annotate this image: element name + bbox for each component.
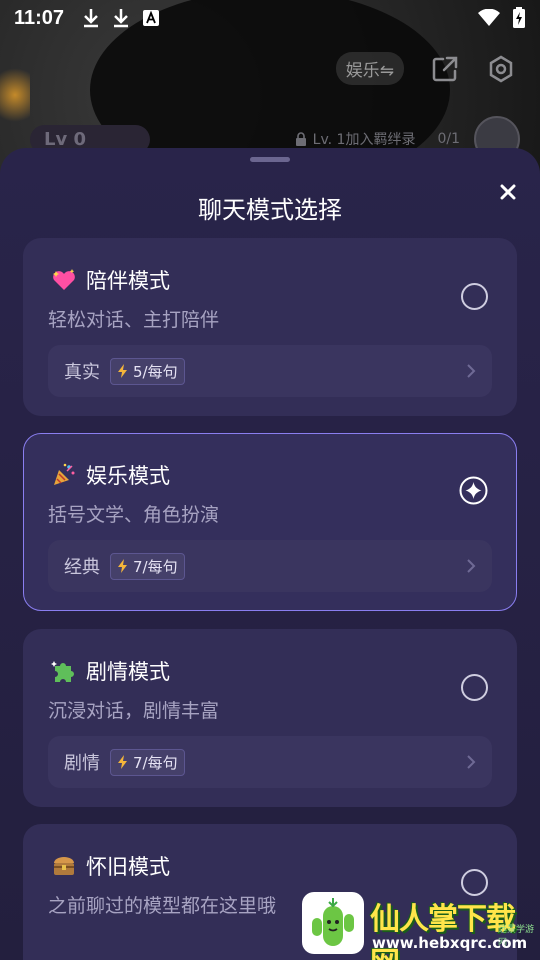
lock-icon — [295, 132, 306, 146]
mode-title: 怀旧模式 — [86, 855, 170, 879]
mode-radio[interactable] — [461, 674, 488, 701]
status-time: 11:07 — [14, 6, 65, 29]
mode-description: 括号文学、角色扮演 — [48, 504, 220, 526]
download-icon — [82, 8, 100, 28]
cost-text: 5/每句 — [133, 362, 178, 381]
cost-badge: 5/每句 — [110, 357, 185, 385]
lightning-icon — [118, 364, 127, 378]
sheet-drag-handle[interactable] — [250, 157, 290, 162]
close-icon — [500, 184, 516, 200]
settings-icon[interactable] — [486, 54, 516, 84]
treasure-chest-icon — [50, 852, 78, 880]
status-bar: 11:07 — [0, 0, 540, 36]
mode-title: 剧情模式 — [86, 660, 170, 684]
sparkling-heart-icon — [50, 266, 78, 294]
cost-badge: 7/每句 — [110, 748, 185, 776]
watermark: 仙人掌下载网 远景学游网 www.hebxqrc.com — [302, 890, 540, 960]
model-label: 经典 — [64, 557, 100, 578]
lightning-icon — [118, 559, 127, 573]
top-toolbar: 娱乐⇋ — [335, 52, 516, 85]
party-popper-icon — [50, 461, 78, 489]
unlock-hint: Lv. 1加入羁绊录 — [295, 129, 416, 149]
lightning-icon — [118, 755, 127, 769]
watermark-url: www.hebxqrc.com — [372, 934, 528, 952]
mode-model-selector[interactable]: 真实 5/每句 — [48, 345, 492, 397]
mode-model-selector[interactable]: 经典 7/每句 — [48, 540, 492, 592]
cost-badge: 7/每句 — [110, 552, 185, 580]
unlock-hint-text: Lv. 1加入羁绊录 — [312, 132, 416, 148]
cactus-logo-icon — [302, 892, 364, 954]
cost-text: 7/每句 — [133, 753, 178, 772]
sheet-title: 聊天模式选择 — [198, 196, 342, 224]
mode-title: 娱乐模式 — [86, 464, 170, 488]
mode-title: 陪伴模式 — [86, 269, 170, 293]
mode-description: 沉浸对话，剧情丰富 — [48, 700, 220, 722]
background-spark-decoration — [0, 60, 30, 130]
model-label: 剧情 — [64, 753, 100, 774]
sparkle-check-icon — [459, 476, 488, 505]
font-icon — [142, 9, 160, 27]
chevron-right-icon — [466, 363, 476, 379]
chevron-right-icon — [466, 558, 476, 574]
bond-progress: 0/1 — [437, 131, 460, 147]
mode-model-selector[interactable]: 剧情 7/每句 — [48, 736, 492, 788]
mode-card-companion[interactable]: 陪伴模式 轻松对话、主打陪伴 真实 5/每句 — [23, 238, 517, 416]
chevron-right-icon — [466, 754, 476, 770]
mode-card-story[interactable]: 剧情模式 沉浸对话，剧情丰富 剧情 7/每句 — [23, 629, 517, 807]
close-button[interactable] — [494, 178, 522, 206]
share-icon[interactable] — [430, 54, 460, 84]
cost-text: 7/每句 — [133, 557, 178, 576]
puzzle-icon — [50, 657, 78, 685]
mode-switch-chip[interactable]: 娱乐⇋ — [335, 52, 404, 85]
chat-mode-sheet: 聊天模式选择 陪伴模式 轻松对话、主打陪伴 真实 5/每句 娱乐模式 括号文学、… — [0, 148, 540, 960]
mode-radio[interactable] — [461, 283, 488, 310]
mode-radio-selected[interactable] — [459, 476, 488, 505]
download-icon — [112, 8, 130, 28]
wifi-icon — [478, 9, 500, 27]
mode-card-entertainment[interactable]: 娱乐模式 括号文学、角色扮演 经典 7/每句 — [23, 433, 517, 611]
model-label: 真实 — [64, 362, 100, 383]
mode-description: 轻松对话、主打陪伴 — [48, 309, 220, 331]
battery-charging-icon — [512, 7, 526, 29]
mode-description: 之前聊过的模型都在这里哦 — [48, 895, 277, 917]
